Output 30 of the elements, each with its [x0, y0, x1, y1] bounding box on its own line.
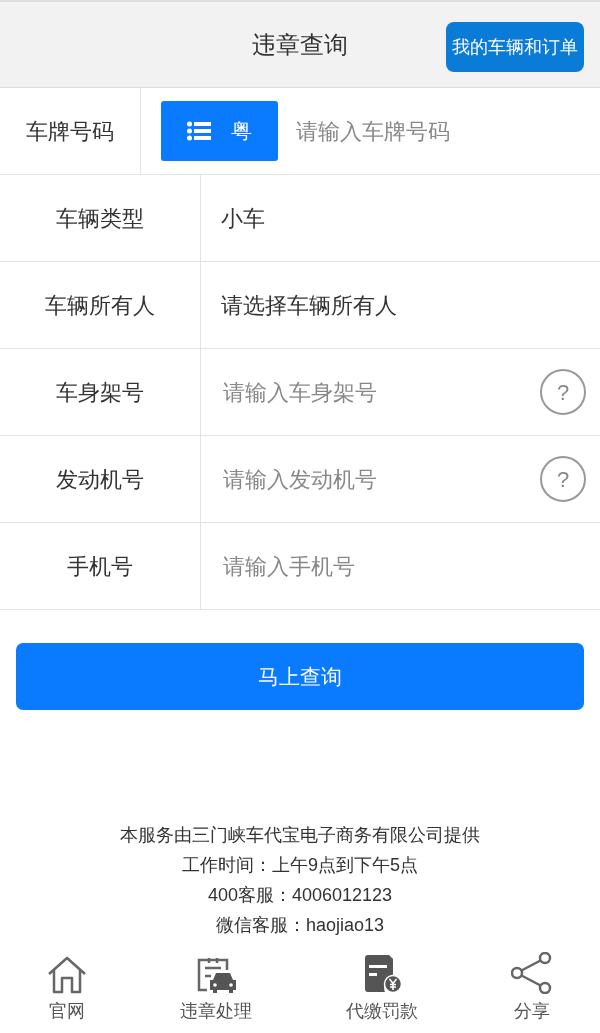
tab-item[interactable]: 分享: [464, 945, 600, 1033]
my-vehicles-orders-button[interactable]: 我的车辆和订单: [446, 22, 584, 72]
help-button[interactable]: ?: [540, 456, 586, 502]
field-label: 车辆类型: [56, 204, 144, 233]
footer-text: 本服务由三门峡车代宝电子商务有限公司提供: [120, 825, 480, 845]
field-label: 车身架号: [56, 378, 144, 407]
list-icon: [187, 121, 211, 141]
share-icon: [511, 952, 554, 994]
plate-input[interactable]: 请输入车牌号码: [294, 113, 586, 149]
footer-text: 微信客服：haojiao13: [215, 915, 385, 935]
home-icon: [46, 956, 87, 994]
input-field[interactable]: 请输入发动机号: [221, 461, 540, 497]
select-field[interactable]: 小车: [221, 201, 265, 235]
field-label: 手机号: [67, 552, 133, 581]
page-title: 违章查询: [252, 29, 348, 60]
tab-item[interactable]: 官网: [0, 945, 134, 1033]
province-button[interactable]: 粤: [161, 101, 278, 161]
help-button[interactable]: ?: [540, 369, 586, 415]
select-field[interactable]: 请选择车辆所有人: [221, 288, 397, 322]
footer-text: 工作时间：上午9点到下午5点: [182, 855, 418, 875]
tab-item[interactable]: 代缴罚款: [299, 945, 465, 1033]
input-field[interactable]: 请输入手机号: [221, 548, 586, 584]
field-label: 车牌号码: [26, 117, 114, 146]
tab-item[interactable]: 违章处理: [133, 945, 299, 1033]
search-button[interactable]: 马上查询: [16, 643, 584, 710]
clipboard-car-icon: [195, 956, 238, 994]
field-label: 车辆所有人: [45, 291, 155, 320]
field-label: 发动机号: [56, 465, 144, 494]
input-field[interactable]: 请输入车身架号: [221, 374, 540, 410]
footer-text: 400客服：4006012123: [207, 885, 393, 905]
